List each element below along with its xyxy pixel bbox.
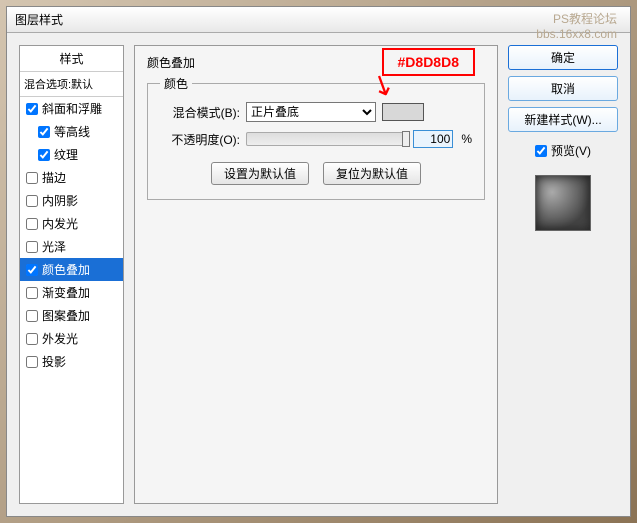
styles-list-panel: 样式 混合选项:默认 斜面和浮雕等高线纹理描边内阴影内发光光泽颜色叠加渐变叠加图… xyxy=(19,45,124,504)
style-checkbox[interactable] xyxy=(38,149,50,161)
color-annotation: #D8D8D8 xyxy=(382,48,475,76)
preview-checkbox[interactable] xyxy=(535,145,547,157)
style-checkbox[interactable] xyxy=(26,218,38,230)
style-checkbox[interactable] xyxy=(26,310,38,322)
style-checkbox[interactable] xyxy=(26,195,38,207)
dialog-title: 图层样式 xyxy=(15,11,63,28)
ok-button[interactable]: 确定 xyxy=(508,45,618,70)
right-button-panel: 确定 取消 新建样式(W)... 预览(V) xyxy=(508,45,618,504)
style-checkbox[interactable] xyxy=(38,126,50,138)
style-item-label: 纹理 xyxy=(54,146,78,163)
style-item-9[interactable]: 图案叠加 xyxy=(20,304,123,327)
style-checkbox[interactable] xyxy=(26,103,38,115)
style-item-label: 斜面和浮雕 xyxy=(42,100,102,117)
style-item-10[interactable]: 外发光 xyxy=(20,327,123,350)
style-item-label: 外发光 xyxy=(42,330,78,347)
style-item-3[interactable]: 描边 xyxy=(20,166,123,189)
style-checkbox[interactable] xyxy=(26,264,38,276)
color-fieldset: 颜色 混合模式(B): 正片叠底 不透明度(O): % 设置为默认值 复位为 xyxy=(147,75,485,200)
style-checkbox[interactable] xyxy=(26,287,38,299)
style-item-11[interactable]: 投影 xyxy=(20,350,123,373)
style-item-0[interactable]: 斜面和浮雕 xyxy=(20,97,123,120)
style-item-label: 内发光 xyxy=(42,215,78,232)
style-item-label: 等高线 xyxy=(54,123,90,140)
blend-mode-label: 混合模式(B): xyxy=(160,104,240,121)
style-checkbox[interactable] xyxy=(26,241,38,253)
opacity-input[interactable] xyxy=(413,130,453,148)
style-item-label: 图案叠加 xyxy=(42,307,90,324)
style-item-label: 渐变叠加 xyxy=(42,284,90,301)
style-checkbox[interactable] xyxy=(26,356,38,368)
style-item-2[interactable]: 纹理 xyxy=(20,143,123,166)
style-checkbox[interactable] xyxy=(26,172,38,184)
main-settings-panel: #D8D8D8 ↘ 颜色叠加 颜色 混合模式(B): 正片叠底 不透明度(O):… xyxy=(134,45,498,504)
style-item-4[interactable]: 内阴影 xyxy=(20,189,123,212)
style-item-label: 内阴影 xyxy=(42,192,78,209)
percent-label: % xyxy=(461,132,472,146)
opacity-label: 不透明度(O): xyxy=(160,131,240,148)
style-item-label: 描边 xyxy=(42,169,66,186)
new-style-button[interactable]: 新建样式(W)... xyxy=(508,107,618,132)
color-swatch[interactable] xyxy=(382,103,424,121)
style-item-6[interactable]: 光泽 xyxy=(20,235,123,258)
opacity-slider[interactable] xyxy=(246,132,407,146)
style-item-7[interactable]: 颜色叠加 xyxy=(20,258,123,281)
preview-label: 预览(V) xyxy=(551,142,591,159)
fieldset-legend: 颜色 xyxy=(160,75,192,92)
style-item-1[interactable]: 等高线 xyxy=(20,120,123,143)
slider-thumb-icon[interactable] xyxy=(402,131,410,147)
style-item-label: 投影 xyxy=(42,353,66,370)
set-default-button[interactable]: 设置为默认值 xyxy=(211,162,309,185)
style-item-5[interactable]: 内发光 xyxy=(20,212,123,235)
watermark: PS教程论坛 bbs.16xx8.com xyxy=(536,10,617,41)
cancel-button[interactable]: 取消 xyxy=(508,76,618,101)
reset-default-button[interactable]: 复位为默认值 xyxy=(323,162,421,185)
style-item-label: 颜色叠加 xyxy=(42,261,90,278)
preview-thumbnail xyxy=(535,175,591,231)
preview-toggle[interactable]: 预览(V) xyxy=(535,142,591,159)
style-item-label: 光泽 xyxy=(42,238,66,255)
styles-header[interactable]: 样式 xyxy=(20,46,123,72)
style-checkbox[interactable] xyxy=(26,333,38,345)
blend-mode-select[interactable]: 正片叠底 xyxy=(246,102,376,122)
style-item-8[interactable]: 渐变叠加 xyxy=(20,281,123,304)
blend-options-header[interactable]: 混合选项:默认 xyxy=(20,72,123,97)
layer-style-dialog: 图层样式 样式 混合选项:默认 斜面和浮雕等高线纹理描边内阴影内发光光泽颜色叠加… xyxy=(6,6,631,517)
